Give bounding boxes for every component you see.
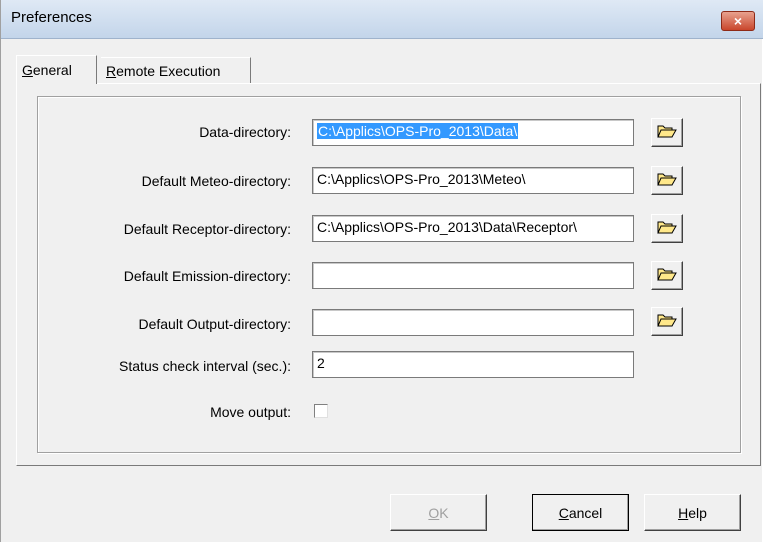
open-folder-icon — [657, 171, 677, 190]
help-button[interactable]: Help — [644, 494, 741, 531]
emission-directory-label: Default Emission-directory: — [123, 268, 291, 284]
output-directory-field[interactable] — [312, 309, 634, 336]
receptor-directory-field[interactable]: C:\Applics\OPS-Pro_2013\Data\Receptor\ — [312, 215, 634, 242]
help-button-label: Help — [678, 504, 707, 521]
preferences-dialog: Preferences × General Remote Execution D… — [0, 0, 763, 542]
data-directory-label: Data-directory: — [199, 124, 291, 140]
meteo-directory-field[interactable]: C:\Applics\OPS-Pro_2013\Meteo\ — [312, 167, 634, 194]
receptor-directory-label: Default Receptor-directory: — [123, 221, 291, 237]
open-folder-icon — [657, 312, 677, 331]
tab-remote-execution[interactable]: Remote Execution — [101, 57, 251, 83]
open-folder-icon — [657, 219, 677, 238]
meteo-directory-value: C:\Applics\OPS-Pro_2013\Meteo\ — [317, 171, 526, 187]
cancel-button-label: Cancel — [558, 504, 603, 521]
move-output-label: Move output: — [210, 404, 291, 420]
status-interval-value: 2 — [317, 355, 325, 371]
window-title: Preferences — [11, 9, 92, 26]
browse-receptor-directory-button[interactable] — [651, 214, 683, 243]
receptor-directory-value: C:\Applics\OPS-Pro_2013\Data\Receptor\ — [317, 219, 577, 235]
status-interval-field[interactable]: 2 — [312, 351, 634, 378]
title-bar[interactable]: Preferences × — [1, 0, 763, 39]
browse-output-directory-button[interactable] — [651, 307, 683, 336]
tab-remote-execution-label: Remote Execution — [106, 62, 221, 79]
cancel-button[interactable]: Cancel — [532, 494, 629, 531]
browse-meteo-directory-button[interactable] — [651, 166, 683, 195]
browse-emission-directory-button[interactable] — [651, 261, 683, 290]
open-folder-icon — [657, 266, 677, 285]
data-directory-field[interactable]: C:\Applics\OPS-Pro_2013\Data\ — [312, 119, 634, 146]
ok-button[interactable]: OK — [390, 494, 487, 531]
open-folder-icon — [657, 123, 677, 142]
close-button[interactable]: × — [721, 11, 755, 31]
data-directory-value: C:\Applics\OPS-Pro_2013\Data\ — [317, 123, 519, 139]
tab-general-label: General — [22, 62, 72, 78]
meteo-directory-label: Default Meteo-directory: — [141, 173, 291, 189]
tab-general[interactable]: General — [16, 55, 97, 84]
output-directory-label: Default Output-directory: — [138, 316, 291, 332]
browse-data-directory-button[interactable] — [651, 118, 683, 147]
ok-button-label: OK — [428, 504, 449, 521]
emission-directory-field[interactable] — [312, 262, 634, 289]
status-interval-label: Status check interval (sec.): — [119, 358, 291, 374]
move-output-checkbox[interactable] — [314, 404, 328, 418]
close-icon: × — [733, 13, 743, 29]
